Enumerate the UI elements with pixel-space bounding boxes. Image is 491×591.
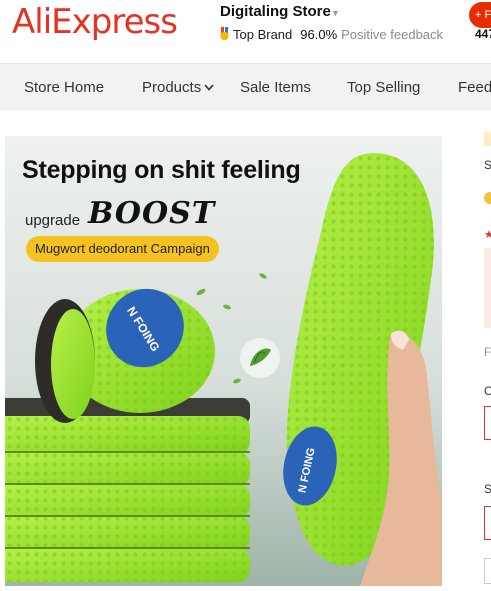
product-info-column: S ★ F C S: [484, 130, 491, 591]
nav-sale-items[interactable]: Sale Items: [240, 79, 311, 96]
coin-badge: [484, 192, 491, 204]
size-label-fragment: S: [484, 482, 491, 496]
price-panel: [484, 248, 491, 328]
shipping-fragment: F: [484, 345, 491, 359]
top-brand-badge: Top Brand: [233, 27, 293, 42]
nav-item-label: Products: [142, 79, 202, 96]
store-name-link[interactable]: Digitaling Store: [220, 3, 331, 20]
product-main-image[interactable]: N FOING N FOING Stepping on shit feeling…: [5, 136, 442, 586]
product-title-fragment: S: [484, 158, 491, 172]
store-badge-row: Top Brand 96.0% Positive feedback: [219, 27, 443, 42]
insole-illustration: N FOING N FOING: [5, 136, 442, 586]
boost-label: BOOST: [88, 196, 216, 231]
followers-count: 447: [475, 27, 491, 41]
nav-top-selling[interactable]: Top Selling: [347, 79, 420, 96]
nav-item-label: Feed: [458, 79, 491, 96]
size-option[interactable]: [484, 506, 491, 540]
medal-icon: [220, 27, 229, 41]
positive-feedback-label: Positive feedback: [341, 27, 444, 42]
nav-item-label: Sale Items: [240, 79, 311, 96]
store-header: AliExpress Digitaling Store ▼ Top Brand 9…: [0, 0, 491, 63]
quantity-option[interactable]: [484, 558, 491, 584]
upgrade-label: upgrade: [25, 212, 81, 229]
promo-headline: Stepping on shit feeling: [22, 156, 301, 184]
star-icon: ★: [484, 229, 491, 241]
nav-products[interactable]: Products: [142, 79, 214, 96]
caret-down-icon[interactable]: ▼: [331, 8, 340, 18]
follow-button[interactable]: + F: [469, 2, 491, 28]
stacked-insoles: [5, 398, 250, 582]
campaign-banner: Mugwort deodorant Campaign: [26, 236, 219, 262]
nav-feed[interactable]: Feed: [458, 79, 491, 96]
promo-tag: [484, 132, 491, 146]
color-option[interactable]: [484, 406, 491, 440]
nav-item-label: Store Home: [24, 79, 105, 96]
aliexpress-logo[interactable]: AliExpress: [12, 2, 178, 42]
chevron-down-icon: [204, 84, 214, 91]
color-label-fragment: C: [484, 384, 491, 398]
positive-feedback-rate: 96.0%: [300, 27, 338, 42]
store-nav-bar: Store Home Products Sale Items Top Selli…: [0, 63, 491, 110]
nav-item-label: Top Selling: [347, 79, 421, 96]
nav-store-home[interactable]: Store Home: [24, 79, 104, 96]
